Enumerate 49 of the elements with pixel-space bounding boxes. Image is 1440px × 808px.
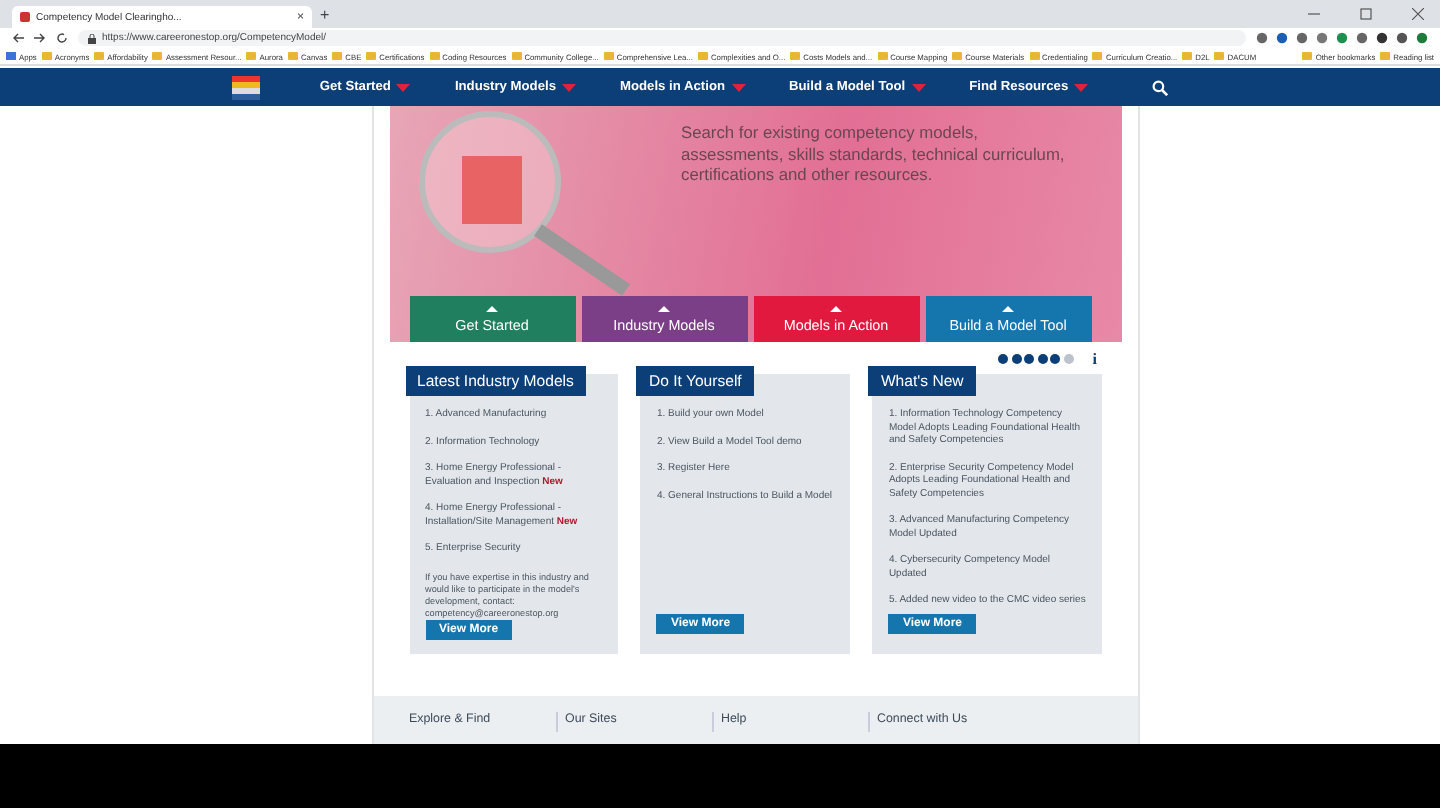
minimize-icon [1308,8,1320,20]
folder-icon [511,52,522,60]
lock-icon [88,33,96,43]
carousel-dot[interactable] [1037,353,1048,363]
forward-arrow-icon [34,32,46,44]
folder-icon [366,52,377,60]
folder-icon [246,52,257,60]
folder-icon [152,52,163,60]
caret-up-icon [658,305,670,311]
carousel-dot[interactable] [1011,353,1022,363]
carousel-dot[interactable] [998,353,1009,363]
caret-down-icon [562,83,576,91]
reload-icon [56,32,68,44]
folder-icon [1302,52,1313,60]
folder-icon [429,52,440,60]
caret-up-icon [486,305,498,311]
folder-icon [1380,52,1391,60]
close-icon [1412,8,1424,20]
folder-icon [41,52,52,60]
favicon-icon [20,12,30,22]
caret-up-icon [830,305,842,311]
caret-down-icon [911,83,926,91]
carousel-dot[interactable] [1024,353,1035,363]
folder-icon [603,52,614,60]
info-button[interactable]: i [1092,349,1097,367]
folder-icon [1092,52,1103,60]
folder-icon [877,52,888,60]
folder-icon [1182,52,1193,60]
caret-down-icon [1074,83,1089,91]
caret-down-icon [731,83,746,91]
folder-icon [790,52,801,60]
folder-icon [332,52,343,60]
folder-icon [287,52,298,60]
new-tab-button[interactable]: + [320,5,330,23]
carousel-dot[interactable] [1063,353,1074,363]
folder-icon [697,52,708,60]
maximize-icon [1360,8,1372,20]
stacked-books-logo-icon [231,75,260,99]
search-icon [1152,79,1169,95]
carousel-dot[interactable] [1050,353,1061,363]
folder-icon [94,52,105,60]
caret-up-icon [1002,305,1014,311]
folder-icon [952,52,963,60]
back-arrow-icon [12,32,24,44]
folder-icon [1029,52,1040,60]
apps-grid-icon [6,52,16,60]
caret-down-icon [396,83,411,91]
hero-description: Search for existing competency models, assessments, skills standards, technical curriculum, certifications and other resources. [681,122,1067,185]
folder-icon [1214,52,1225,60]
